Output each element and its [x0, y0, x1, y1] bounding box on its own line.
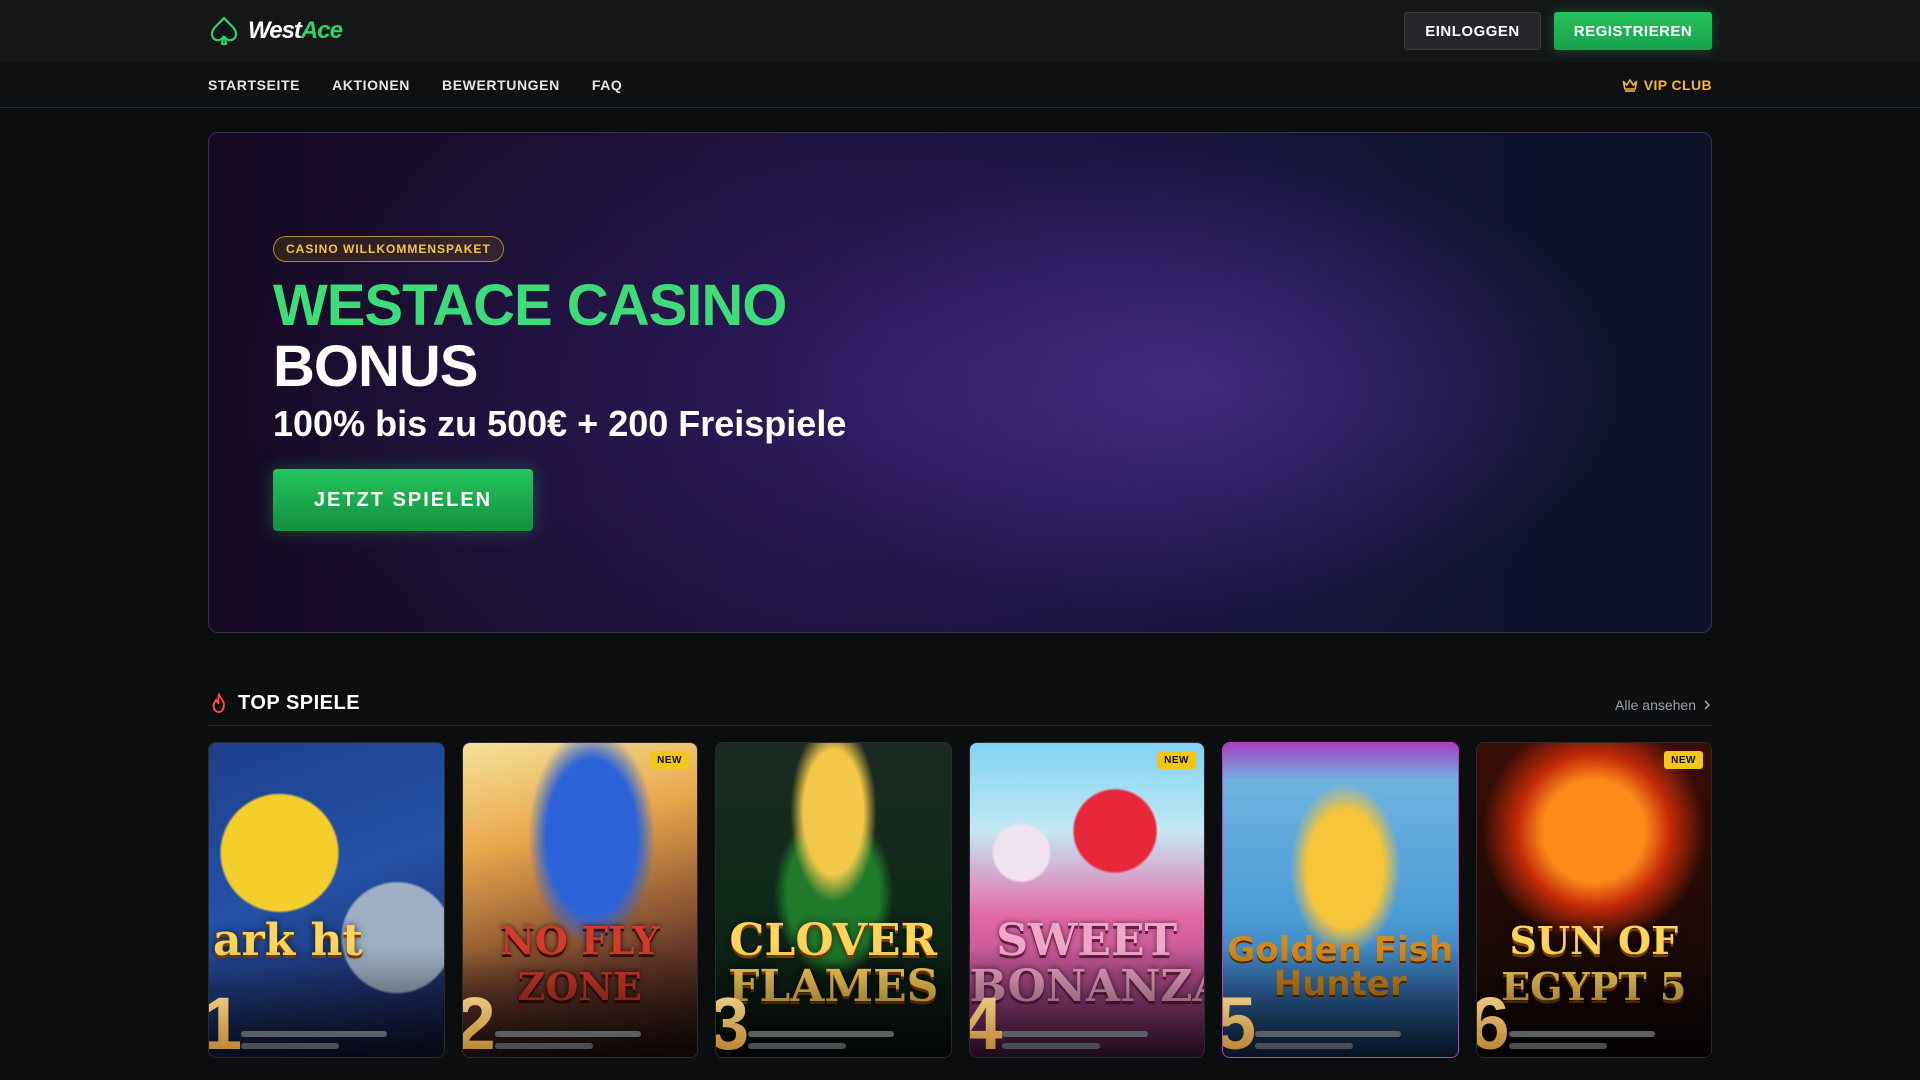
placeholder-line: [1255, 1031, 1401, 1037]
placeholder-line: [1001, 1031, 1148, 1037]
hero-title-line1: WESTACE CASINO: [273, 273, 787, 338]
placeholder-line: [241, 1043, 339, 1049]
game-shade: [462, 947, 697, 1057]
placeholder-line: [1001, 1043, 1100, 1049]
top-games-title-text: TOP SPIELE: [238, 691, 361, 714]
logo-text-ace: Ace: [300, 17, 343, 44]
game-rank: 6: [1476, 987, 1509, 1058]
hero-banner: CASINO WILLKOMMENSPAKET WESTACE CASINO B…: [208, 132, 1712, 633]
placeholder-line: [1255, 1043, 1353, 1049]
main-nav: STARTSEITE AKTIONEN BEWERTUNGEN FAQ VIP …: [0, 62, 1920, 108]
placeholder-line: [748, 1031, 894, 1037]
hero-subtitle: 100% bis zu 500€ + 200 Freispiele: [273, 403, 847, 444]
nav-item-bewertungen[interactable]: BEWERTUNGEN: [442, 77, 560, 93]
game-rank: 3: [716, 987, 749, 1058]
new-badge: NEW: [1157, 751, 1196, 769]
top-games-header: TOP SPIELE Alle ansehen: [208, 686, 1712, 726]
nav-links: STARTSEITE AKTIONEN BEWERTUNGEN FAQ: [208, 62, 622, 108]
nav-item-faq[interactable]: FAQ: [592, 77, 623, 93]
play-now-button[interactable]: JETZT SPIELEN: [273, 469, 533, 531]
game-rank: 2: [462, 987, 495, 1058]
game-rank: 1: [209, 987, 242, 1058]
spade-icon: [210, 16, 238, 46]
nav-item-aktionen[interactable]: AKTIONEN: [332, 77, 410, 93]
placeholder-line: [1508, 1031, 1655, 1037]
logo-text: WestAce: [248, 17, 343, 45]
game-shade: [716, 947, 951, 1057]
game-card[interactable]: CLOVER FLAMES 3: [715, 742, 952, 1058]
new-badge: NEW: [1664, 751, 1703, 769]
game-shade: [1476, 947, 1711, 1057]
game-shade: [1223, 947, 1458, 1057]
placeholder-line: [494, 1031, 641, 1037]
game-rank: 4: [969, 987, 1002, 1058]
register-button[interactable]: REGISTRIEREN: [1554, 12, 1712, 50]
logo[interactable]: WestAce: [208, 15, 343, 47]
logo-text-west: West: [248, 17, 302, 44]
nav-item-startseite[interactable]: STARTSEITE: [208, 77, 300, 93]
placeholder-line: [241, 1031, 387, 1037]
top-bar: WestAce EINLOGGEN REGISTRIEREN: [0, 0, 1920, 62]
placeholder-line: [1508, 1043, 1607, 1049]
new-badge: NEW: [650, 751, 689, 769]
login-button[interactable]: EINLOGGEN: [1404, 12, 1541, 50]
top-games-title: TOP SPIELE: [208, 686, 360, 720]
game-card[interactable]: SWEET BONANZA NEW 4: [968, 742, 1205, 1058]
game-card[interactable]: ark ht 1: [208, 742, 445, 1058]
placeholder-line: [494, 1043, 593, 1049]
game-shade: [969, 947, 1204, 1057]
hero-title-line2: BONUS: [273, 334, 478, 399]
game-rank: 5: [1223, 987, 1256, 1058]
see-all-label: Alle ansehen: [1615, 697, 1696, 713]
hero-title: WESTACE CASINO BONUS: [273, 273, 787, 399]
flame-icon: [212, 693, 225, 713]
game-card[interactable]: NO FLY ZONE NEW 2: [461, 742, 698, 1058]
placeholder-line: [748, 1043, 846, 1049]
crown-icon: [1622, 79, 1638, 92]
top-games-list: ark ht 1 NO FLY ZONE NEW 2 CLOVER FLAMES…: [208, 742, 1712, 1058]
vip-club-link[interactable]: VIP CLUB: [1622, 62, 1712, 108]
vip-club-label: VIP CLUB: [1643, 77, 1712, 93]
game-card[interactable]: SUN OF EGYPT 5 NEW 6: [1475, 742, 1712, 1058]
hero-badge: CASINO WILLKOMMENSPAKET: [273, 236, 504, 262]
game-shade: [209, 947, 444, 1057]
chevron-right-icon: [1704, 700, 1711, 710]
see-all-link[interactable]: Alle ansehen: [1615, 692, 1712, 718]
game-card[interactable]: Golden Fish Hunter 5: [1222, 742, 1459, 1058]
